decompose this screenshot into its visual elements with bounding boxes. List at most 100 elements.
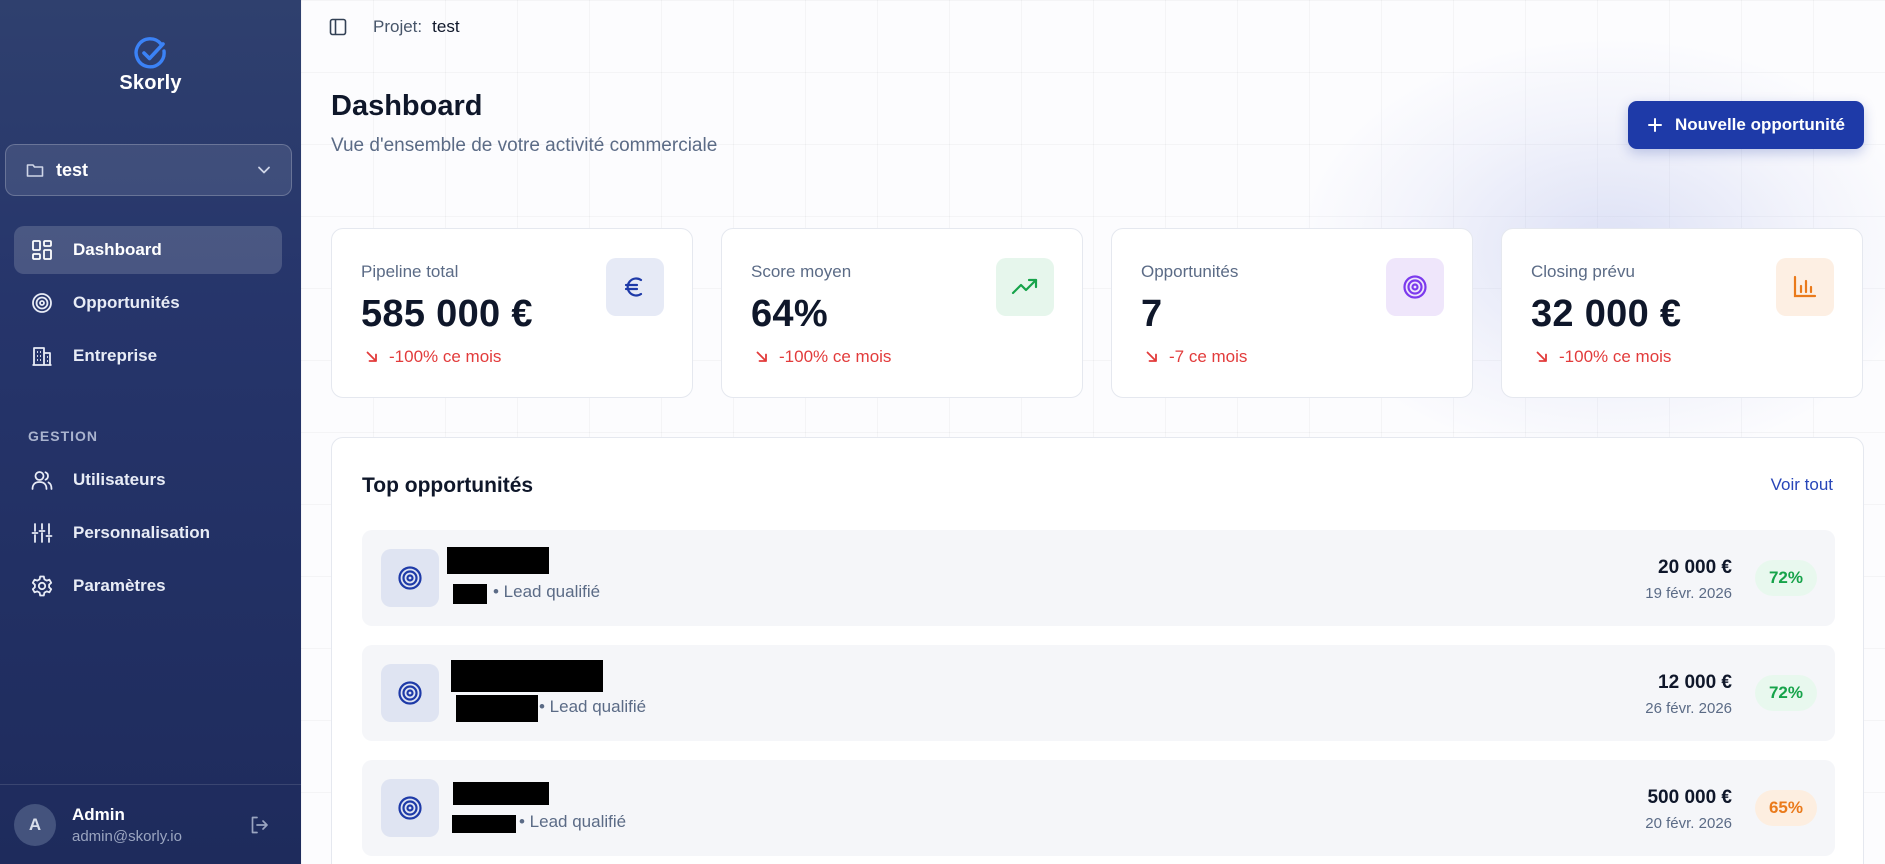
chevron-down-icon (257, 165, 271, 175)
new-opportunity-label: Nouvelle opportunité (1675, 115, 1845, 134)
building-icon (30, 344, 54, 368)
score-badge: 72% (1754, 560, 1817, 596)
main-nav: Dashboard Opportunités Entreprise (14, 226, 282, 385)
arrow-down-right-icon (1146, 351, 1157, 362)
stat-label: Closing prévu (1531, 262, 1635, 281)
target-icon (1386, 258, 1444, 316)
page-subtitle: Vue d'ensemble de votre activité commerc… (331, 135, 718, 156)
user-email: admin@skorly.io (72, 827, 182, 845)
stat-value: 7 (1141, 293, 1163, 335)
logout-icon[interactable] (249, 815, 269, 835)
redacted-company-name (452, 815, 516, 833)
stat-trend-text: -100% ce mois (389, 347, 502, 366)
grid-icon (30, 238, 54, 262)
redacted-company-name (456, 695, 538, 722)
project-select-value: test (56, 159, 89, 180)
page-title: Dashboard (331, 90, 483, 122)
project-name: test (432, 17, 460, 36)
opportunity-amount: 20 000 € (1658, 557, 1732, 578)
gestion-nav: Utilisateurs Personnalisation Paramètres (14, 456, 282, 615)
stat-label: Score moyen (751, 262, 852, 281)
opportunity-date: 20 févr. 2026 (1645, 815, 1732, 832)
nav-item-entreprise[interactable]: Entreprise (14, 332, 282, 380)
stat-value: 585 000 € (361, 293, 533, 335)
opportunity-stage: • Lead qualifié (519, 812, 627, 831)
logo-text: Skorly (119, 72, 182, 94)
section-label-gestion: GESTION (28, 428, 99, 444)
trending-up-icon (996, 258, 1054, 316)
arrow-down-right-icon (1536, 351, 1547, 362)
stat-card-pipeline[interactable]: Pipeline total 585 000 € -100% ce mois (331, 228, 693, 398)
user-info: Admin admin@skorly.io (72, 805, 249, 845)
topbar: Projet: test (329, 16, 460, 38)
nav-item-label: Utilisateurs (73, 470, 166, 489)
opportunity-date: 26 févr. 2026 (1645, 700, 1732, 717)
gear-icon (30, 574, 54, 598)
nav-item-opportunites[interactable]: Opportunités (14, 279, 282, 327)
target-icon (381, 549, 439, 607)
redacted-opportunity-name (453, 782, 549, 805)
opportunity-row[interactable]: • Lead qualifié 500 000 € 20 févr. 2026 … (362, 760, 1835, 856)
bar-chart-icon (1776, 258, 1834, 316)
user-bar: A Admin admin@skorly.io (0, 784, 301, 864)
opportunity-row[interactable]: • Lead qualifié 20 000 € 19 févr. 2026 7… (362, 530, 1835, 626)
opportunity-amount: 12 000 € (1658, 672, 1732, 693)
stat-trend: -100% ce mois (1535, 347, 1671, 367)
opportunity-stage: • Lead qualifié (539, 697, 647, 716)
stat-value: 32 000 € (1531, 293, 1682, 335)
stat-label: Pipeline total (361, 262, 459, 281)
new-opportunity-button[interactable]: Nouvelle opportunité (1628, 101, 1864, 149)
main-content: Projet: test Dashboard Vue d'ensemble de… (301, 0, 1885, 864)
stat-card-score[interactable]: Score moyen 64% -100% ce mois (721, 228, 1083, 398)
sidebar-toggle-icon[interactable] (329, 18, 347, 36)
nav-item-utilisateurs[interactable]: Utilisateurs (14, 456, 282, 504)
check-circle-icon (133, 37, 166, 69)
nav-item-label: Opportunités (73, 293, 180, 312)
nav-item-label: Paramètres (73, 576, 166, 595)
stat-trend-text: -100% ce mois (779, 347, 892, 366)
stat-trend: -100% ce mois (365, 347, 501, 367)
nav-item-parametres[interactable]: Paramètres (14, 562, 282, 610)
nav-item-personnalisation[interactable]: Personnalisation (14, 509, 282, 557)
opportunity-row[interactable]: • Lead qualifié 12 000 € 26 févr. 2026 7… (362, 645, 1835, 741)
stats-row: Pipeline total 585 000 € -100% ce mois S… (331, 228, 1864, 398)
opportunity-date: 19 févr. 2026 (1645, 585, 1732, 602)
logo[interactable]: Skorly (0, 36, 301, 95)
stat-value: 64% (751, 293, 828, 335)
target-icon (381, 664, 439, 722)
opportunity-amount: 500 000 € (1647, 787, 1732, 808)
folder-icon (26, 162, 44, 178)
nav-item-label: Dashboard (73, 240, 162, 259)
nav-item-dashboard[interactable]: Dashboard (14, 226, 282, 274)
arrow-down-right-icon (756, 351, 767, 362)
avatar[interactable]: A (14, 803, 56, 846)
score-badge: 65% (1754, 790, 1817, 826)
stat-card-opportunites[interactable]: Opportunités 7 -7 ce mois (1111, 228, 1473, 398)
redacted-opportunity-name (447, 547, 549, 574)
opportunity-list: • Lead qualifié 20 000 € 19 févr. 2026 7… (362, 530, 1835, 864)
plus-icon (1647, 117, 1663, 133)
stat-trend: -7 ce mois (1145, 347, 1247, 367)
target-icon (30, 291, 54, 315)
stat-trend-text: -100% ce mois (1559, 347, 1672, 366)
users-icon (30, 468, 54, 492)
arrow-down-right-icon (366, 351, 377, 362)
target-icon (381, 779, 439, 837)
redacted-company-name (453, 584, 487, 604)
euro-icon (606, 258, 664, 316)
user-name: Admin (72, 804, 125, 824)
opportunity-stage: • Lead qualifié (493, 582, 601, 601)
score-badge: 72% (1754, 675, 1817, 711)
stat-trend-text: -7 ce mois (1169, 347, 1248, 366)
stat-trend: -100% ce mois (755, 347, 891, 367)
sidebar: Skorly test Dashboard Opportunités Entre… (0, 0, 301, 864)
project-label: Projet: (373, 17, 423, 36)
project-select[interactable]: test (5, 144, 292, 196)
stat-label: Opportunités (1141, 262, 1239, 281)
panel-title: Top opportunités (362, 474, 534, 497)
stat-card-closing[interactable]: Closing prévu 32 000 € -100% ce mois (1501, 228, 1863, 398)
sliders-icon (30, 521, 54, 545)
nav-item-label: Entreprise (73, 346, 158, 365)
top-opportunities-panel: Top opportunités Voir tout • Lead qualif… (331, 437, 1864, 864)
see-all-link[interactable]: Voir tout (1771, 475, 1833, 495)
